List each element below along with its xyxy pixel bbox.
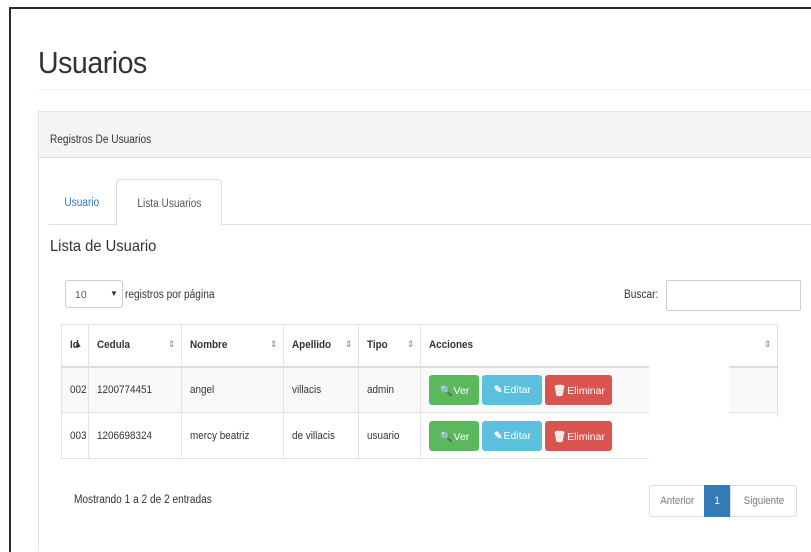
- pagination-page-label: 1: [714, 495, 721, 507]
- edit-button-label: Editar: [503, 383, 531, 396]
- cell-tipo-text: usuario: [367, 429, 400, 442]
- view-button-label: Ver: [453, 384, 470, 397]
- cell-id-text: 003: [70, 429, 87, 442]
- pagination-prev-label: Anterior: [660, 495, 694, 507]
- search-label: Buscar:: [624, 289, 663, 301]
- search-plus-icon: 🔍: [439, 430, 453, 443]
- col-tipo[interactable]: Tipo ⇕: [358, 324, 422, 368]
- cell-tipo: admin: [358, 366, 422, 413]
- col-tipo-label: Tipo: [367, 339, 389, 352]
- page-title: Usuarios: [38, 45, 147, 80]
- col-acciones-label: Acciones: [429, 339, 474, 352]
- page-length-label-text: registros por página: [125, 289, 215, 301]
- sort-icon: ⇕: [269, 339, 278, 349]
- overlay-cover: [649, 364, 729, 417]
- table-header-row: Id ▲ Cedula ⇕ Nombre ⇕ Apellido ⇕ Tipo ⇕ Acci…: [60, 324, 779, 368]
- search-plus-icon: 🔍: [439, 384, 453, 397]
- cell-id-text: 002: [70, 383, 87, 396]
- pagination-page-button[interactable]: 1: [704, 485, 731, 517]
- page-length-select[interactable]: 10 ▼: [65, 280, 123, 308]
- cell-tipo-text: admin: [367, 383, 395, 396]
- cell-nombre: angel: [181, 366, 285, 413]
- cell-apellido-text: de villacis: [292, 429, 336, 442]
- table-info-text: Mostrando 1 a 2 de 2 entradas: [74, 494, 212, 506]
- sort-icon: ⇕: [167, 339, 176, 349]
- page-length-value: 10: [75, 289, 87, 301]
- delete-button-label: Eliminar: [567, 384, 605, 397]
- tab-usuario[interactable]: Usuario: [49, 179, 115, 225]
- panel-heading: Registros De Usuarios: [39, 112, 811, 158]
- delete-button[interactable]: 🗑Eliminar: [545, 374, 613, 405]
- page-length-label: registros por página: [125, 289, 227, 301]
- table-info: Mostrando 1 a 2 de 2 entradas: [74, 494, 231, 506]
- view-button-label: Ver: [453, 430, 470, 443]
- view-button[interactable]: 🔍Ver: [429, 374, 480, 405]
- search-label-text: Buscar:: [624, 289, 659, 301]
- edit-button-label: Editar: [503, 429, 531, 442]
- app-window: Usuarios Registros De Usuarios Usuario L…: [9, 7, 811, 552]
- col-apellido-label: Apellido: [292, 339, 332, 352]
- cell-apellido-text: villacis: [292, 383, 322, 396]
- sort-icon: ⇕: [763, 339, 772, 349]
- cell-nombre: mercy beatriz: [181, 412, 285, 459]
- cell-apellido: de villacis: [283, 412, 360, 459]
- col-nombre[interactable]: Nombre ⇕: [181, 324, 285, 368]
- cell-cedula-text: 1206698324: [97, 429, 153, 442]
- col-cedula[interactable]: Cedula ⇕: [88, 324, 183, 368]
- trash-icon: 🗑: [552, 430, 567, 443]
- cell-nombre-text: mercy beatriz: [190, 429, 250, 442]
- sort-icon: ⇕: [344, 339, 353, 349]
- cell-id: 002: [60, 366, 90, 413]
- title-divider: [38, 89, 811, 90]
- edit-icon: ✎: [493, 383, 503, 396]
- search-input[interactable]: [666, 280, 801, 311]
- trash-icon: 🗑: [552, 384, 567, 397]
- tab-lista-usuarios[interactable]: Lista Usuarios: [116, 179, 222, 226]
- delete-button[interactable]: 🗑Eliminar: [545, 420, 613, 451]
- overlay-cover: [649, 417, 811, 468]
- tab-bar: Usuario Lista Usuarios: [49, 179, 811, 226]
- cell-cedula-text: 1200774451: [97, 383, 153, 396]
- cell-id: 003: [60, 412, 90, 459]
- pagination: Anterior 1 Siguiente: [649, 485, 797, 517]
- col-acciones[interactable]: Acciones ⇕: [420, 324, 779, 368]
- pagination-next-label: Siguiente: [743, 495, 784, 507]
- sort-asc-icon: ▲: [73, 339, 83, 349]
- cell-apellido: villacis: [283, 366, 360, 413]
- tab-usuario-label: Usuario: [64, 197, 100, 209]
- users-panel: Registros De Usuarios Usuario Lista Usua…: [38, 111, 811, 551]
- delete-button-label: Eliminar: [567, 430, 605, 443]
- pagination-next-button[interactable]: Siguiente: [730, 485, 797, 517]
- cell-tipo: usuario: [358, 412, 422, 459]
- caret-down-icon: ▼: [110, 289, 118, 298]
- list-title: Lista de Usuario: [50, 238, 157, 255]
- col-cedula-label: Cedula: [97, 339, 131, 352]
- col-apellido[interactable]: Apellido ⇕: [283, 324, 360, 368]
- cell-nombre-text: angel: [190, 383, 215, 396]
- edit-button[interactable]: ✎Editar: [482, 420, 543, 451]
- edit-icon: ✎: [493, 429, 503, 442]
- cell-cedula: 1200774451: [88, 366, 183, 413]
- col-id[interactable]: Id ▲: [60, 324, 90, 368]
- col-nombre-label: Nombre: [190, 339, 228, 352]
- panel-heading-text: Registros De Usuarios: [50, 134, 152, 146]
- tab-lista-usuarios-label: Lista Usuarios: [136, 198, 202, 210]
- sort-icon: ⇕: [406, 339, 415, 349]
- edit-button[interactable]: ✎Editar: [482, 374, 543, 405]
- cell-cedula: 1206698324: [88, 412, 183, 459]
- pagination-prev-button[interactable]: Anterior: [649, 485, 705, 517]
- view-button[interactable]: 🔍Ver: [429, 420, 480, 451]
